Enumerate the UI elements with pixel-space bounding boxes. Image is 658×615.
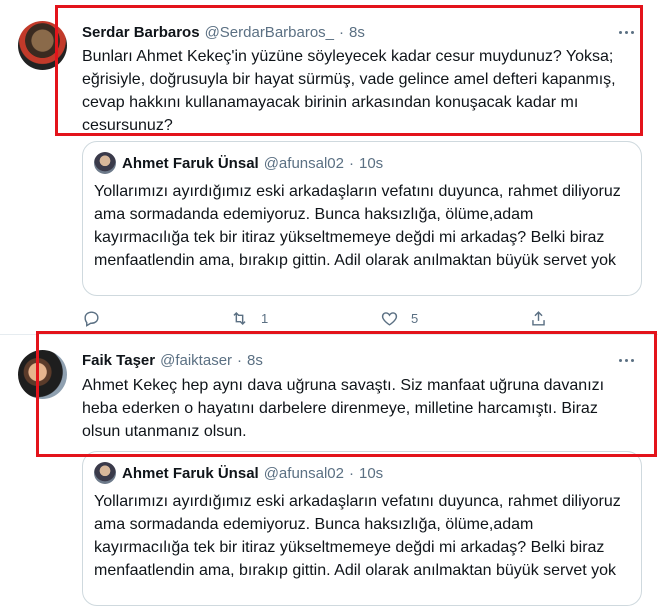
- separator-dot: ·: [348, 154, 354, 172]
- quoted-display-name: Ahmet Faruk Ünsal: [122, 154, 259, 172]
- quoted-tweet-header: Ahmet Faruk Ünsal @afunsal02 · 10s: [94, 462, 383, 484]
- quoted-tweet-header: Ahmet Faruk Ünsal @afunsal02 · 10s: [94, 152, 383, 174]
- reply-button[interactable]: [82, 306, 101, 330]
- quoted-tweet-text: Yollarımızı ayırdığımız eski arkadaşları…: [94, 183, 621, 269]
- avatar: [94, 152, 116, 174]
- quoted-tweet-text: Yollarımızı ayırdığımız eski arkadaşları…: [94, 493, 621, 579]
- quoted-timestamp: 10s: [358, 464, 384, 482]
- tweet-actions: 1 5: [82, 306, 642, 330]
- retweet-button[interactable]: 1: [230, 306, 268, 330]
- quoted-display-name: Ahmet Faruk Ünsal: [122, 464, 259, 482]
- share-icon: [532, 310, 545, 326]
- heart-icon: [381, 311, 398, 326]
- share-button[interactable]: [529, 306, 548, 330]
- separator-dot: ·: [348, 464, 354, 482]
- retweet-count: 1: [261, 310, 269, 326]
- quoted-user-handle: @afunsal02: [263, 154, 344, 172]
- avatar: [94, 462, 116, 484]
- quoted-timestamp: 10s: [358, 154, 384, 172]
- retweet-icon: [233, 311, 246, 325]
- like-button[interactable]: 5: [380, 306, 418, 330]
- highlight-box: [55, 5, 643, 136]
- like-count: 5: [411, 310, 419, 326]
- quoted-user-handle: @afunsal02: [263, 464, 344, 482]
- quoted-tweet[interactable]: Ahmet Faruk Ünsal @afunsal02 · 10s Yolla…: [82, 451, 642, 606]
- highlight-box: [36, 331, 657, 457]
- quoted-tweet[interactable]: Ahmet Faruk Ünsal @afunsal02 · 10s Yolla…: [82, 141, 642, 296]
- reply-icon: [84, 310, 99, 327]
